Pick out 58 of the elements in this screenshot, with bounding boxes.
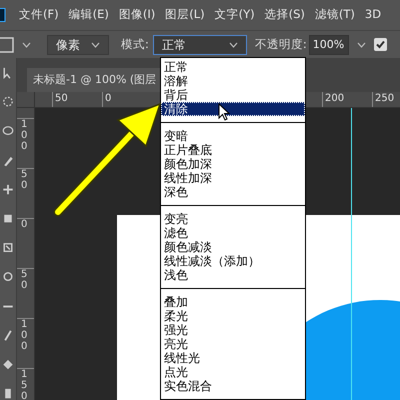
menu-item[interactable]: 选择(S) xyxy=(260,6,310,24)
menu-option[interactable]: 点光 xyxy=(161,365,305,379)
menu-option[interactable]: 线性加深 xyxy=(161,171,305,185)
tool-icon[interactable] xyxy=(1,124,15,138)
menu-item[interactable]: 文字(Y) xyxy=(210,6,260,24)
menu-option[interactable]: 柔光 xyxy=(161,309,305,323)
tool-mode-select[interactable]: 像素 xyxy=(47,34,109,54)
ruler-label: 0 xyxy=(105,93,112,104)
ruler-label: 250 xyxy=(375,93,394,104)
menu-option[interactable]: 叠加 xyxy=(161,295,305,309)
menu-item[interactable]: 编辑(E) xyxy=(64,6,114,24)
mode-label: 模式: xyxy=(121,36,149,53)
tool-icon[interactable] xyxy=(1,95,15,108)
menu-option[interactable]: 颜色加深 xyxy=(161,157,305,171)
menu-item[interactable]: 图像(I) xyxy=(114,6,160,24)
menu-option[interactable]: 颜色减淡 xyxy=(161,240,305,254)
caret-icon xyxy=(356,42,366,48)
menu-option[interactable]: 正常 xyxy=(161,60,305,74)
blend-mode-select[interactable]: 正常 xyxy=(152,34,247,54)
menu-option[interactable]: 深色 xyxy=(161,185,305,199)
menu-option[interactable]: 实色混合 xyxy=(161,379,305,393)
checkbox[interactable] xyxy=(374,38,387,51)
menu-option[interactable]: 正片叠底 xyxy=(161,143,305,157)
ruler-label: 50 xyxy=(21,169,28,191)
caret-icon xyxy=(91,42,100,48)
menu-option[interactable]: 溶解 xyxy=(161,74,305,88)
opacity-field[interactable]: 100% xyxy=(308,34,349,54)
caret-icon xyxy=(22,42,31,48)
tool-icon[interactable] xyxy=(1,241,15,254)
menu-option[interactable]: 变亮 xyxy=(161,212,305,226)
tool-icon[interactable] xyxy=(1,358,15,371)
menu-item[interactable]: 3D xyxy=(360,6,386,24)
ruler-label: 100 xyxy=(21,319,28,352)
menu-option[interactable]: 线性光 xyxy=(161,351,305,365)
menu-option[interactable]: 亮光 xyxy=(161,337,305,351)
ruler-label: 50 xyxy=(55,93,68,104)
menu-option[interactable]: 浅色 xyxy=(161,268,305,282)
menu-option[interactable]: 强光 xyxy=(161,323,305,337)
app-logo-icon[interactable] xyxy=(0,8,6,22)
menu-option[interactable]: 滤色 xyxy=(161,226,305,240)
tool-preset-icon[interactable] xyxy=(0,36,14,52)
menu-item[interactable]: 滤镜(T) xyxy=(310,6,360,24)
opacity-label: 不透明度: xyxy=(254,36,307,53)
menu-item[interactable]: 文件(F) xyxy=(14,6,64,24)
menu-option[interactable]: 线性减淡（添加） xyxy=(161,254,305,268)
tool-icon[interactable] xyxy=(1,270,15,284)
menu-option[interactable]: 变暗 xyxy=(161,129,305,143)
menu-item[interactable]: 图层(L) xyxy=(160,6,210,24)
ruler-label: 100 xyxy=(21,119,28,152)
ruler-label: 0 xyxy=(21,219,28,230)
ruler-label: 200 xyxy=(325,93,344,104)
ruler-label: 50 xyxy=(21,269,28,291)
caret-icon xyxy=(228,42,238,48)
tool-icon[interactable] xyxy=(1,182,15,196)
menu-option[interactable]: 清除 xyxy=(161,102,305,116)
ruler-label: 150 xyxy=(21,369,28,400)
document-tab[interactable]: 未标题-1 @ 100% (图层 xyxy=(27,68,162,92)
menu-option[interactable]: 背后 xyxy=(161,88,305,102)
